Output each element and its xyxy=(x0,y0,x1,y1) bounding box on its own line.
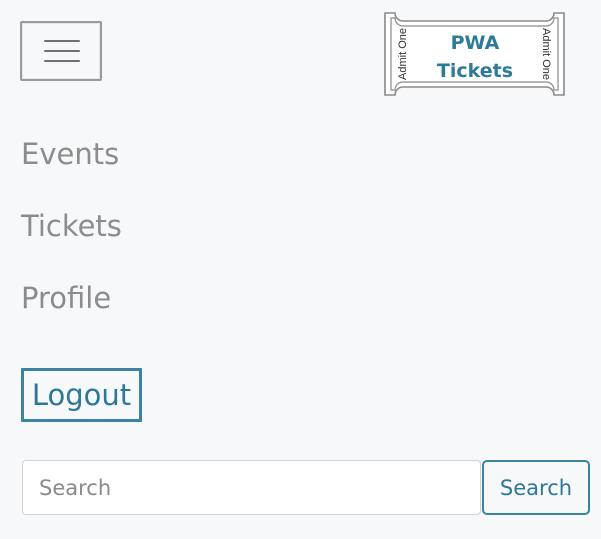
logo-side-text-left: Admit One xyxy=(397,28,409,80)
nav-link-tickets[interactable]: Tickets xyxy=(21,190,122,262)
nav-link-events[interactable]: Events xyxy=(21,118,122,190)
logout-button[interactable]: Logout xyxy=(21,368,142,422)
search-button[interactable]: Search xyxy=(482,460,590,515)
logo-title-line2: Tickets xyxy=(437,60,513,82)
ticket-outer-outline xyxy=(384,12,565,96)
nav-link-profile[interactable]: Profile xyxy=(21,262,122,334)
logo-title-line1: PWA xyxy=(451,32,500,54)
pwa-tickets-logo[interactable]: Admit One Admit One PWA Tickets xyxy=(383,11,566,97)
main-nav: Events Tickets Profile xyxy=(21,118,122,334)
search-input[interactable] xyxy=(22,460,481,515)
hamburger-menu-icon xyxy=(44,40,80,42)
navbar-toggle-button[interactable] xyxy=(20,21,102,81)
logo-side-text-right: Admit One xyxy=(540,28,552,80)
